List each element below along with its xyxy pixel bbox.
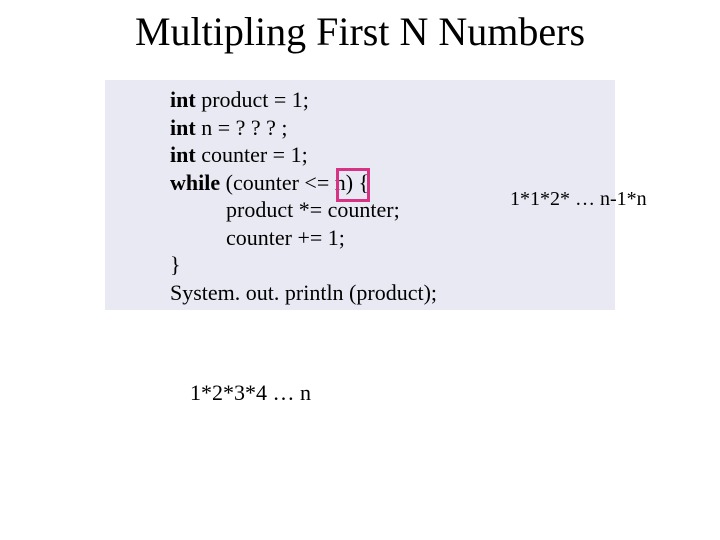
slide-title: Multipling First N Numbers (0, 8, 720, 55)
code-text: product *= counter; (226, 197, 400, 222)
code-text: product = 1; (196, 87, 309, 112)
slide: Multipling First N Numbers int product =… (0, 0, 720, 540)
code-line-1: int product = 1; (170, 86, 605, 114)
annotation-bottom: 1*2*3*4 … n (190, 380, 311, 406)
code-line-3: int counter = 1; (170, 141, 605, 169)
code-text: System. out. println (product); (170, 280, 437, 305)
code-text: counter += 1; (226, 225, 345, 250)
keyword-int: int (170, 87, 196, 112)
code-text: (counter <= n) { (220, 170, 369, 195)
keyword-int: int (170, 142, 196, 167)
code-text: n = ? ? ? ; (196, 115, 288, 140)
code-line-8: System. out. println (product); (170, 279, 605, 307)
keyword-int: int (170, 115, 196, 140)
code-line-6: counter += 1; (170, 224, 605, 252)
keyword-while: while (170, 170, 220, 195)
code-line-7: } (170, 251, 605, 279)
code-text: } (170, 252, 181, 277)
code-text: counter = 1; (196, 142, 308, 167)
code-line-2: int n = ? ? ? ; (170, 114, 605, 142)
annotation-right: 1*1*2* … n-1*n (510, 188, 647, 211)
